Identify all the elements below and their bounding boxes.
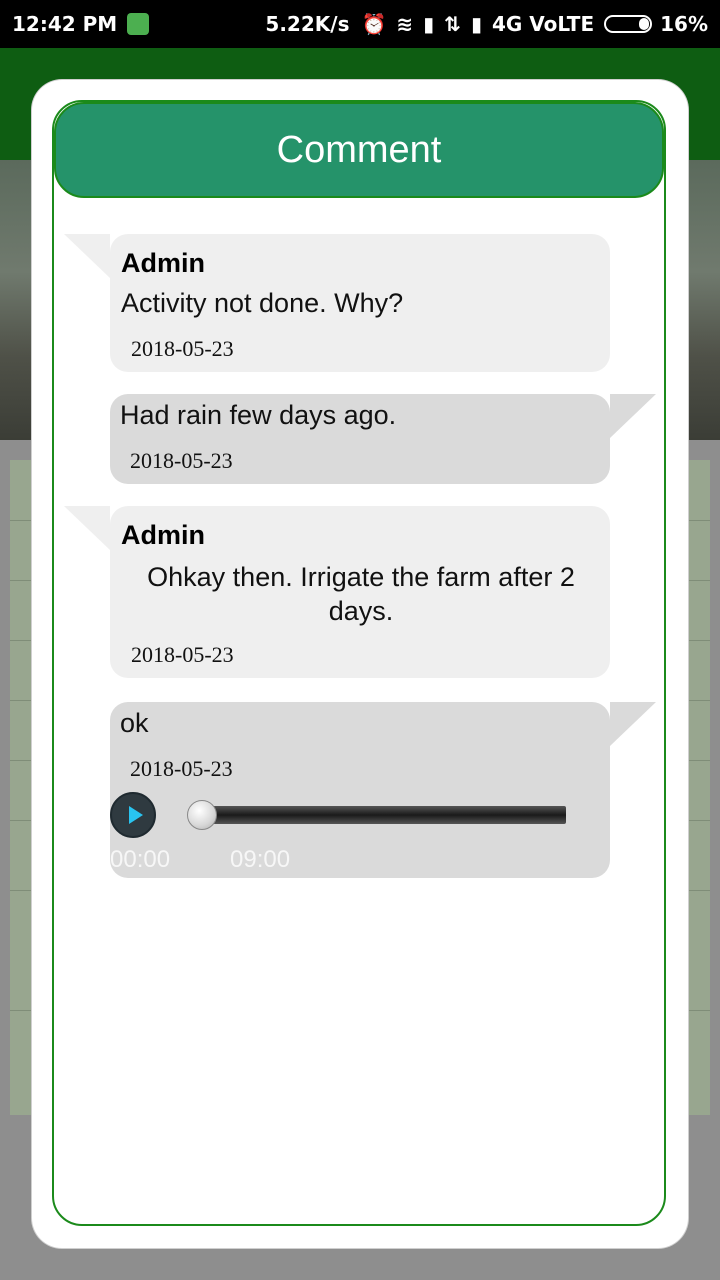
message-date: 2018-05-23 (130, 448, 233, 473)
message-bubble-incoming: Admin Activity not done. Why? 2018-05-23 (110, 234, 610, 372)
dialog-header: Comment (54, 102, 664, 198)
comment-dialog: Comment Admin Activity not done. Why? 20… (32, 80, 688, 1248)
audio-seek-thumb[interactable] (187, 800, 217, 830)
message-date: 2018-05-23 (130, 756, 233, 781)
bubble-tail (64, 234, 110, 278)
message-author: Admin (121, 248, 205, 278)
message-text: Activity not done. Why? (121, 288, 404, 318)
message-text: ok (120, 708, 149, 738)
message-text: Ohkay then. Irrigate the farm after 2 da… (147, 562, 575, 626)
signal-icon: ▮ (423, 12, 435, 36)
message-author: Admin (121, 520, 205, 550)
bubble-tail (610, 702, 656, 746)
dialog-frame: Comment Admin Activity not done. Why? 20… (52, 100, 666, 1226)
dialog-title: Comment (276, 128, 442, 171)
audio-play-button[interactable] (110, 792, 156, 838)
status-bar: 12:42 PM 5.22K/s ⏰ ≋ ▮ ⇅ ▮ 4G VoLTE 16% (0, 0, 720, 48)
network-type: 4G VoLTE (491, 12, 595, 36)
status-time: 12:42 PM (12, 12, 118, 36)
message-bubble-outgoing: ok 2018-05-23 00:00 09:00 (110, 702, 610, 878)
network-speed: 5.22K/s (265, 12, 350, 36)
notification-icon (127, 13, 150, 35)
bubble-tail (610, 394, 656, 438)
message-bubble-outgoing: Had rain few days ago. 2018-05-23 (110, 394, 610, 484)
audio-elapsed-time: 00:00 (110, 846, 171, 873)
message-text: Had rain few days ago. (120, 400, 397, 430)
data-transfer-icon: ⇅ (444, 12, 461, 36)
battery-icon (604, 15, 653, 33)
message-date: 2018-05-23 (131, 642, 234, 667)
message-bubble-incoming: Admin Ohkay then. Irrigate the farm afte… (110, 506, 610, 678)
bubble-tail (64, 506, 110, 550)
battery-level: 16% (660, 12, 708, 36)
signal-icon-2: ▮ (470, 12, 482, 36)
alarm-icon: ⏰ (361, 12, 387, 36)
audio-seek-bar[interactable] (210, 806, 566, 824)
audio-duration: 09:00 (230, 846, 291, 873)
message-date: 2018-05-23 (131, 336, 234, 361)
wifi-icon: ≋ (396, 12, 414, 36)
